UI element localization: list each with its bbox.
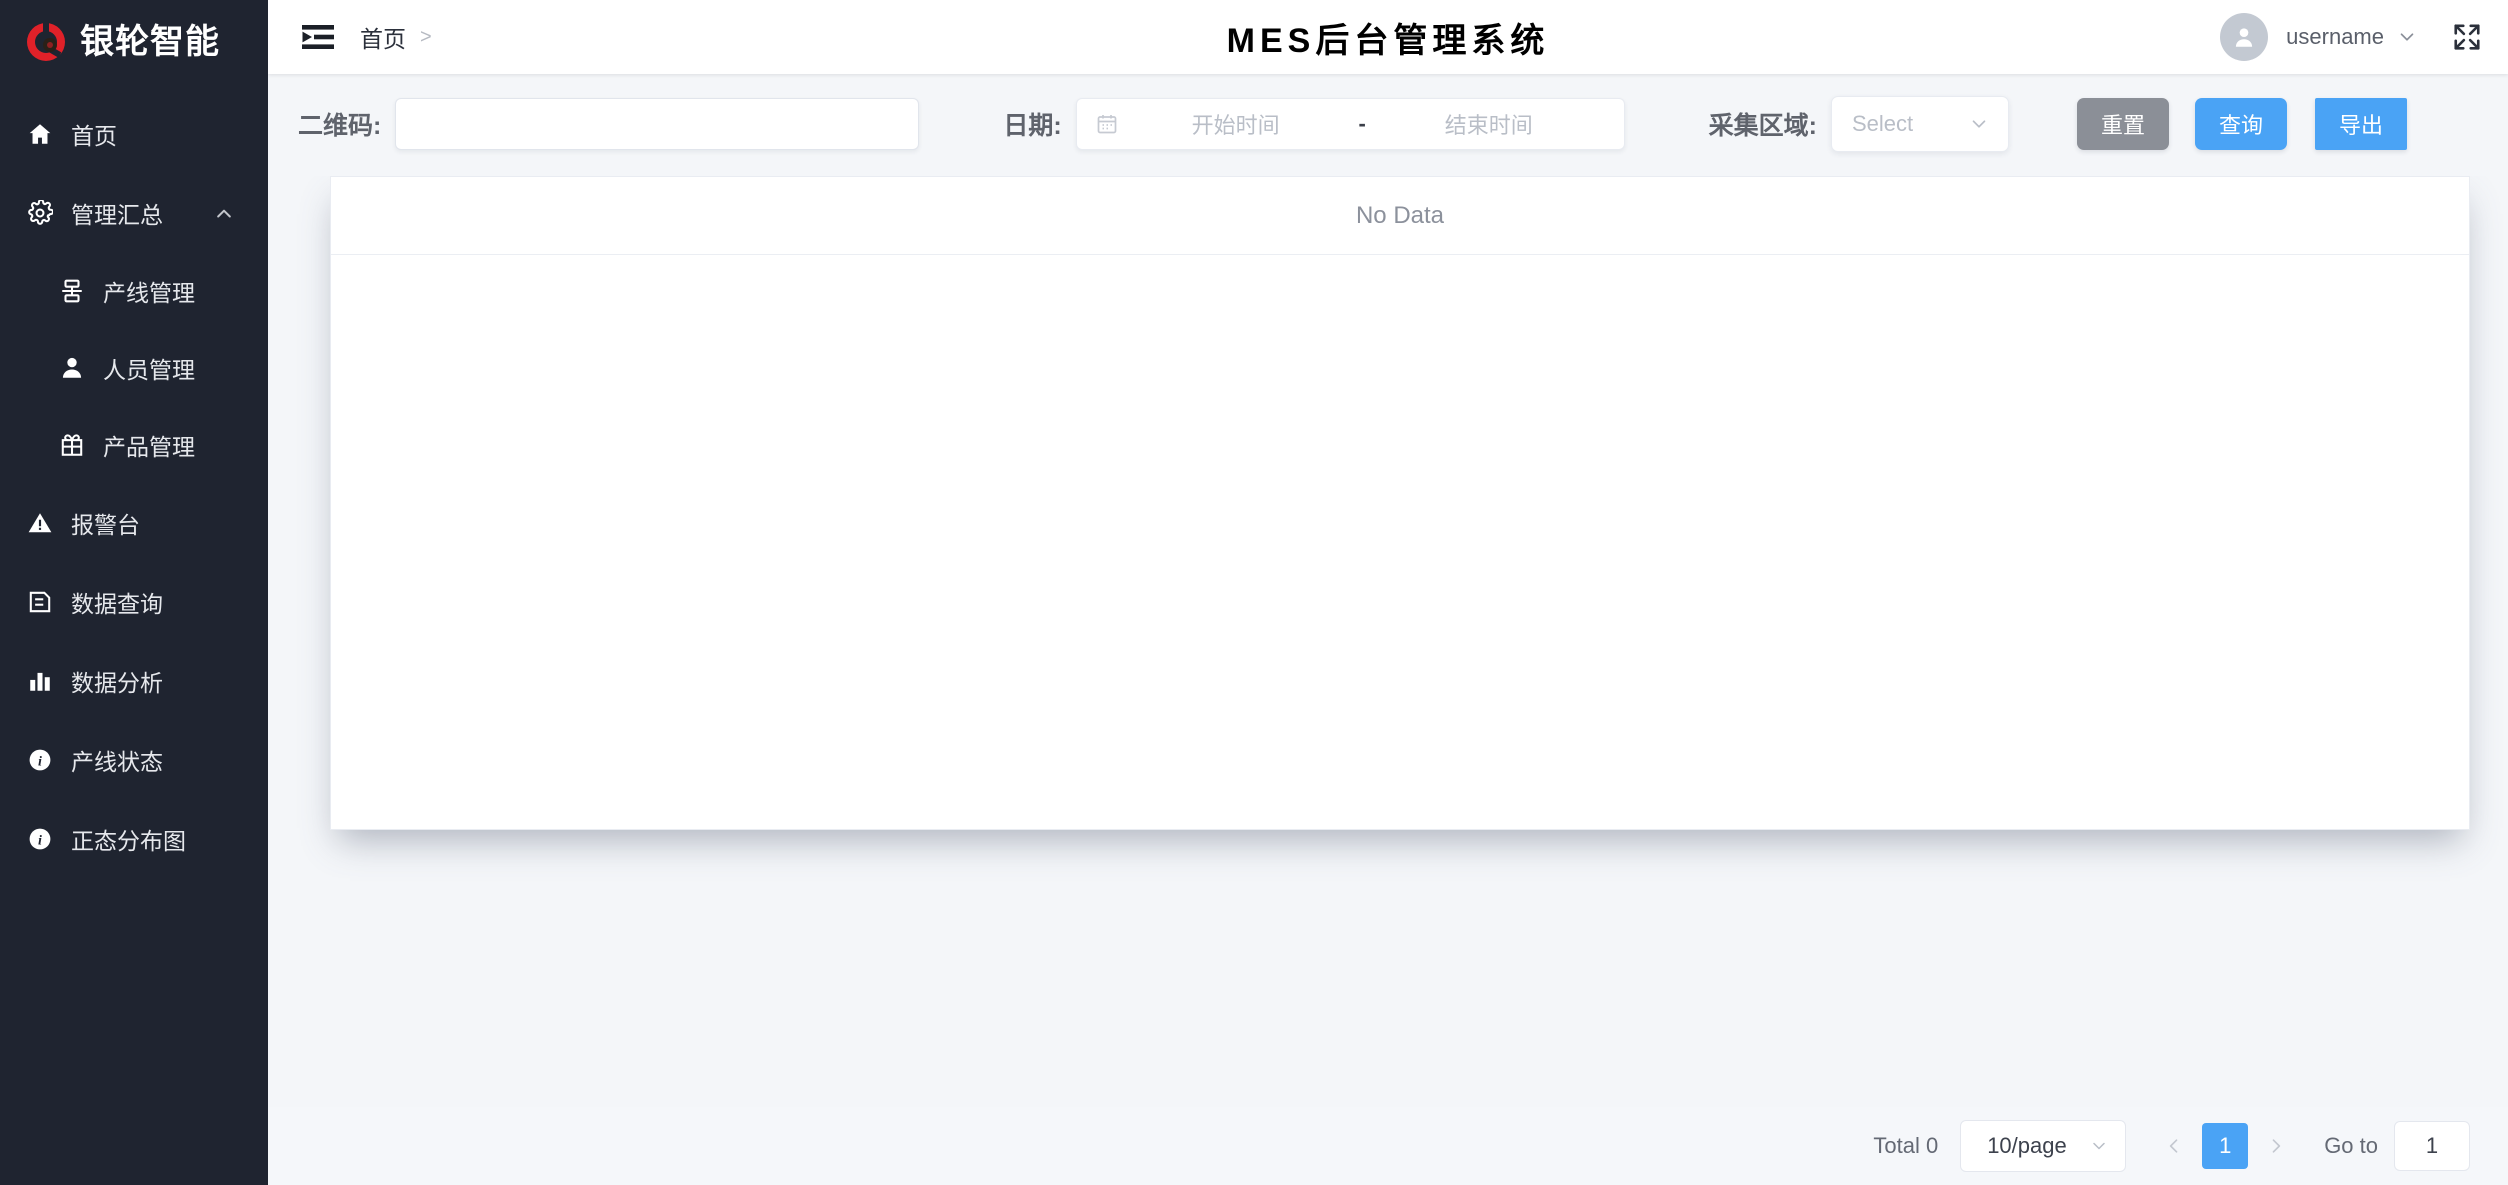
user-zone: username bbox=[2220, 13, 2482, 61]
avatar[interactable] bbox=[2220, 13, 2269, 61]
filter-area: 采集区域: Select bbox=[1709, 96, 2009, 152]
sidebar-item-product-management[interactable]: 产品管理 bbox=[32, 406, 268, 483]
no-data-text: No Data bbox=[1355, 201, 1445, 229]
sidebar-nav: 首页 管理汇总 产线管理 人员管理 产品管理 报警台 数据查询 数据分析 i 产… bbox=[0, 84, 268, 878]
info-circle-icon: i bbox=[26, 825, 54, 853]
sidebar-item-label: 报警台 bbox=[71, 511, 140, 538]
filter-date: 日期: 开始时间 - 结束时间 bbox=[1003, 98, 1625, 150]
table-empty-row: No Data bbox=[331, 177, 2469, 255]
page-size-value: 10/page bbox=[1987, 1133, 2067, 1158]
gear-icon bbox=[26, 199, 54, 227]
date-range-picker[interactable]: 开始时间 - 结束时间 bbox=[1075, 98, 1625, 150]
sidebar-item-production-line-management[interactable]: 产线管理 bbox=[32, 252, 268, 329]
sidebar-item-management-summary[interactable]: 管理汇总 bbox=[0, 173, 268, 252]
export-button[interactable]: 导出 bbox=[2314, 98, 2407, 150]
pagination-next-button[interactable] bbox=[2256, 1124, 2296, 1168]
data-table-card: No Data bbox=[330, 176, 2470, 830]
user-icon bbox=[58, 354, 86, 382]
main-area: 首页 > MES后台管理系统 username 二维码: 日期: 开始时间 - … bbox=[268, 0, 2508, 1185]
date-range-separator: - bbox=[1358, 111, 1366, 136]
production-line-icon bbox=[58, 277, 86, 305]
chevron-down-icon bbox=[2089, 1136, 2109, 1156]
chevron-up-icon[interactable] bbox=[214, 203, 234, 223]
sidebar-item-label: 人员管理 bbox=[103, 356, 195, 383]
info-circle-icon: i bbox=[26, 746, 54, 774]
document-copy-icon bbox=[26, 588, 54, 616]
sidebar-item-label: 管理汇总 bbox=[71, 201, 163, 228]
pagination-goto-input[interactable] bbox=[2394, 1121, 2470, 1171]
brand-name: 银轮智能 bbox=[80, 23, 220, 61]
chevron-down-icon[interactable] bbox=[2396, 26, 2418, 48]
gift-box-icon bbox=[58, 431, 86, 459]
pagination-total: Total 0 bbox=[1873, 1133, 1939, 1158]
breadcrumb-separator: > bbox=[420, 25, 432, 48]
username-label[interactable]: username bbox=[2286, 24, 2384, 50]
menu-collapse-icon[interactable] bbox=[298, 17, 338, 57]
sidebar-item-normal-distribution-chart[interactable]: i 正态分布图 bbox=[0, 799, 268, 878]
sidebar-item-data-analysis[interactable]: 数据分析 bbox=[0, 641, 268, 720]
qrcode-input[interactable] bbox=[395, 98, 920, 150]
area-select-value: Select bbox=[1851, 111, 1914, 136]
query-button[interactable]: 查询 bbox=[2194, 98, 2287, 150]
filter-bar: 二维码: 日期: 开始时间 - 结束时间 采集区域: Select 重置 查询 … bbox=[268, 74, 2508, 176]
brand-logo[interactable]: 银轮智能 bbox=[0, 0, 268, 84]
sidebar-item-label: 产线状态 bbox=[71, 748, 163, 775]
bar-chart-icon bbox=[26, 667, 54, 695]
breadcrumb: 首页 > bbox=[360, 20, 432, 54]
qrcode-label: 二维码: bbox=[298, 112, 382, 140]
app-root: 银轮智能 首页 管理汇总 产线管理 人员管理 产品管理 报警台 数据查询 数据分… bbox=[0, 0, 2508, 1185]
filter-qrcode: 二维码: bbox=[298, 98, 920, 150]
sidebar-item-label: 数据查询 bbox=[71, 590, 163, 617]
sidebar-item-personnel-management[interactable]: 人员管理 bbox=[32, 329, 268, 406]
sidebar-item-label: 正态分布图 bbox=[71, 827, 186, 854]
sidebar-item-production-line-status[interactable]: i 产线状态 bbox=[0, 720, 268, 799]
page-title: MES后台管理系统 bbox=[1226, 21, 1550, 60]
pagination-goto-label: Go to bbox=[2324, 1133, 2378, 1158]
sidebar-item-label: 产线管理 bbox=[103, 279, 195, 306]
svg-text:i: i bbox=[38, 832, 42, 848]
sidebar-item-home[interactable]: 首页 bbox=[0, 94, 268, 173]
sidebar-item-label: 数据分析 bbox=[71, 669, 163, 696]
date-label: 日期: bbox=[1003, 112, 1062, 140]
calendar-icon bbox=[1095, 112, 1119, 136]
area-select[interactable]: Select bbox=[1830, 96, 2009, 152]
pagination-bar: Total 0 10/page 1 Go to 1 bbox=[268, 1107, 2508, 1185]
svg-text:i: i bbox=[38, 753, 42, 769]
area-label: 采集区域: bbox=[1708, 112, 1817, 140]
sidebar-item-label: 首页 bbox=[71, 122, 117, 149]
breadcrumb-item-home[interactable]: 首页 bbox=[360, 20, 406, 54]
reset-button[interactable]: 重置 bbox=[2076, 98, 2169, 150]
sidebar-item-alarm-console[interactable]: 报警台 bbox=[0, 483, 268, 562]
sidebar: 银轮智能 首页 管理汇总 产线管理 人员管理 产品管理 报警台 数据查询 数据分… bbox=[0, 0, 268, 1185]
sidebar-item-label: 产品管理 bbox=[103, 433, 195, 460]
content-area: No Data bbox=[268, 176, 2508, 1107]
date-end-field[interactable]: 结束时间 bbox=[1372, 108, 1606, 140]
chevron-down-icon bbox=[1968, 113, 1990, 135]
sidebar-submenu-management-summary: 产线管理 人员管理 产品管理 bbox=[0, 252, 268, 483]
home-icon bbox=[26, 120, 54, 148]
warning-triangle-icon bbox=[26, 509, 54, 537]
page-size-select[interactable]: 10/page bbox=[1960, 1120, 2127, 1172]
fullscreen-expand-icon[interactable] bbox=[2452, 22, 2482, 52]
sidebar-item-data-query[interactable]: 数据查询 bbox=[0, 562, 268, 641]
date-start-field[interactable]: 开始时间 bbox=[1119, 108, 1353, 140]
top-bar: 首页 > MES后台管理系统 username bbox=[268, 0, 2508, 74]
ring-logo-icon bbox=[24, 20, 68, 64]
pagination-page-1[interactable]: 1 bbox=[2202, 1123, 2249, 1169]
pagination-prev-button[interactable] bbox=[2154, 1124, 2194, 1168]
